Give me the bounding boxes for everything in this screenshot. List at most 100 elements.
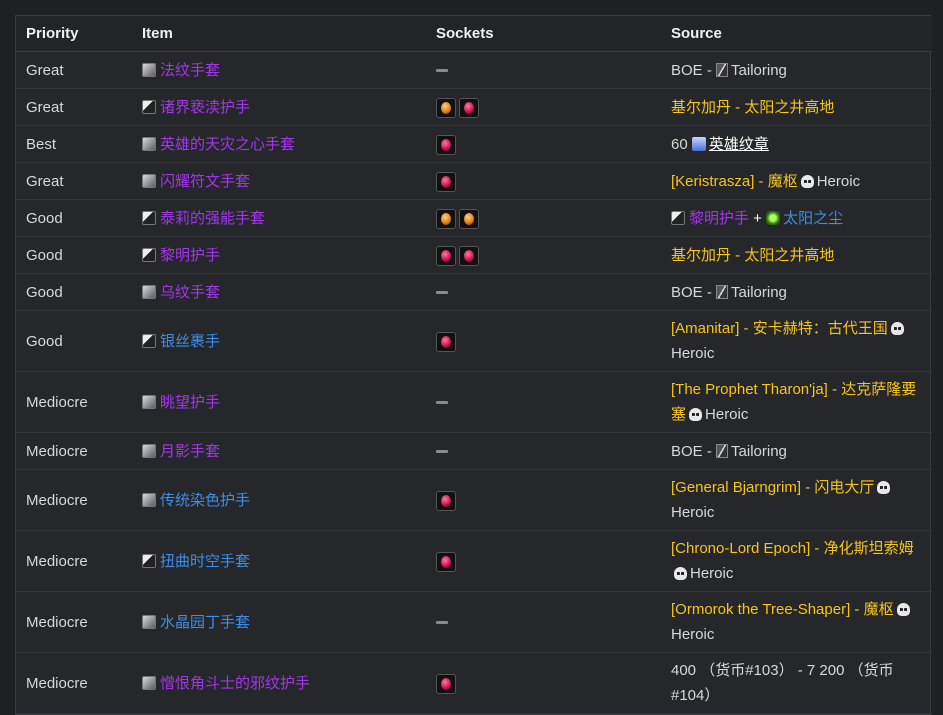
table-row: Mediocre 传统染色护手 [General Bjarngrim] - 闪电大厅… bbox=[16, 469, 932, 531]
item-link[interactable]: 月影手套 bbox=[160, 443, 220, 460]
rune-gloves-icon bbox=[142, 675, 156, 690]
zone-link[interactable]: 净化斯坦索姆 bbox=[824, 540, 914, 557]
plus-sign: + bbox=[749, 209, 767, 227]
item-cell: 乌纹手套 bbox=[132, 273, 426, 311]
table-row: Good 泰莉的强能手套 黎明护手 + 太阳之尘 bbox=[16, 199, 932, 237]
boss-link[interactable]: [The Prophet Tharon'ja] bbox=[671, 381, 828, 398]
table-header-row: Priority Item Sockets Source bbox=[16, 16, 932, 52]
item-cell: 诸界亵渎护手 bbox=[132, 88, 426, 126]
orange-socket-icon[interactable] bbox=[459, 208, 479, 229]
item-cell: 泰莉的强能手套 bbox=[132, 199, 426, 237]
no-sockets-dash-icon bbox=[436, 69, 448, 73]
component-item-link[interactable]: 黎明护手 bbox=[689, 210, 749, 227]
header-item[interactable]: Item bbox=[132, 16, 426, 52]
item-link[interactable]: 水晶园丁手套 bbox=[160, 614, 250, 631]
priority-cell: Good bbox=[16, 273, 132, 311]
profession-link[interactable]: Tailoring bbox=[731, 62, 787, 79]
item-link[interactable]: 泰莉的强能手套 bbox=[160, 210, 265, 227]
source-cell: 基尔加丹 - 太阳之井高地 bbox=[661, 236, 932, 274]
table-body: Great 法纹手套 BOE - Tailoring Great 诸界亵渎护手基尔加丹 … bbox=[16, 51, 932, 714]
boss-link[interactable]: [Chrono-Lord Epoch] bbox=[671, 540, 810, 557]
source-separator: - bbox=[731, 98, 745, 116]
boss-link[interactable]: [Ormorok the Tree-Shaper] bbox=[671, 601, 850, 618]
priority-cell: Great bbox=[16, 162, 132, 200]
boe-label: BOE - bbox=[671, 442, 717, 460]
plate-gloves-icon bbox=[142, 614, 156, 629]
sockets-cell bbox=[426, 469, 661, 531]
no-sockets-dash-icon bbox=[436, 291, 448, 295]
sockets-cell bbox=[426, 591, 661, 653]
gear-priority-table: Priority Item Sockets Source Great 法纹手套 BO… bbox=[16, 16, 932, 714]
table-row: Good 黎明护手 基尔加丹 - 太阳之井高地 bbox=[16, 236, 932, 274]
cloth-gloves-icon bbox=[142, 443, 156, 458]
item-link[interactable]: 憎恨角斗士的邪纹护手 bbox=[160, 675, 310, 692]
table-row: Great 诸界亵渎护手 基尔加丹 - 太阳之井高地 bbox=[16, 88, 932, 126]
table-row: Good 银丝裹手 [Amanitar] - 安卡赫特：古代王国 Heroic bbox=[16, 310, 932, 372]
sockets-cell bbox=[426, 273, 661, 311]
skull-icon bbox=[674, 567, 687, 580]
priority-label: Great bbox=[26, 98, 64, 116]
sockets-cell bbox=[426, 310, 661, 372]
orange-socket-icon[interactable] bbox=[436, 97, 456, 118]
source-cell: 60 英雄纹章 bbox=[661, 125, 932, 163]
currency-link[interactable]: 英雄纹章 bbox=[709, 136, 769, 153]
item-link[interactable]: 闪耀符文手套 bbox=[160, 173, 250, 190]
red-socket-icon[interactable] bbox=[459, 97, 479, 118]
priority-label: Great bbox=[26, 172, 64, 190]
red-socket-icon[interactable] bbox=[436, 490, 456, 511]
red-socket-icon[interactable] bbox=[436, 331, 456, 352]
component-item-link[interactable]: 太阳之尘 bbox=[783, 210, 843, 227]
item-cell: 憎恨角斗士的邪纹护手 bbox=[132, 652, 426, 714]
zone-link[interactable]: 太阳之井高地 bbox=[744, 247, 834, 264]
source-separator: - bbox=[850, 601, 864, 618]
priority-cell: Mediocre bbox=[16, 432, 132, 470]
priority-label: Good bbox=[26, 246, 63, 264]
boss-link[interactable]: [General Bjarngrim] bbox=[671, 479, 801, 496]
priority-label: Mediocre bbox=[26, 674, 88, 692]
red-socket-icon[interactable] bbox=[436, 134, 456, 155]
item-link[interactable]: 法纹手套 bbox=[160, 62, 220, 79]
item-link[interactable]: 英雄的天灾之心手套 bbox=[160, 136, 295, 153]
header-source[interactable]: Source bbox=[661, 16, 932, 52]
boss-link[interactable]: [Amanitar] bbox=[671, 320, 739, 337]
source-separator: - bbox=[827, 381, 842, 398]
zone-link[interactable]: 安卡赫特：古代王国 bbox=[753, 320, 888, 337]
item-link[interactable]: 扭曲时空手套 bbox=[160, 553, 250, 570]
hand-icon bbox=[142, 553, 156, 568]
orange-socket-icon[interactable] bbox=[436, 208, 456, 229]
item-link[interactable]: 乌纹手套 bbox=[160, 284, 220, 301]
item-link[interactable]: 传统染色护手 bbox=[160, 492, 250, 509]
boss-link[interactable]: [Keristrasza] bbox=[671, 173, 754, 190]
red-socket-icon[interactable] bbox=[436, 171, 456, 192]
priority-label: Mediocre bbox=[26, 552, 88, 570]
item-link[interactable]: 银丝裹手 bbox=[160, 333, 220, 350]
red-socket-icon[interactable] bbox=[436, 551, 456, 572]
profession-link[interactable]: Tailoring bbox=[731, 443, 787, 460]
header-priority[interactable]: Priority bbox=[16, 16, 132, 52]
sockets-cell bbox=[426, 51, 661, 89]
item-link[interactable]: 诸界亵渎护手 bbox=[160, 99, 250, 116]
no-sockets-dash-icon bbox=[436, 621, 448, 625]
zone-link[interactable]: 魔枢 bbox=[864, 601, 894, 618]
priority-cell: Great bbox=[16, 51, 132, 89]
cost-text: 400 （货币#103） - 7 200 （货币#104） bbox=[671, 662, 894, 704]
red-socket-icon[interactable] bbox=[436, 245, 456, 266]
priority-cell: Mediocre bbox=[16, 652, 132, 714]
source-separator: - bbox=[739, 320, 753, 337]
cost-amount: 60 bbox=[671, 135, 692, 153]
zone-link[interactable]: 魔枢 bbox=[768, 173, 798, 190]
heroic-label: Heroic bbox=[705, 406, 749, 423]
zone-link[interactable]: 太阳之井高地 bbox=[744, 99, 834, 116]
item-link[interactable]: 黎明护手 bbox=[160, 247, 220, 264]
source-cell: 黎明护手 + 太阳之尘 bbox=[661, 199, 932, 237]
boss-link[interactable]: 基尔加丹 bbox=[671, 247, 731, 264]
zone-link[interactable]: 闪电大厅 bbox=[814, 479, 874, 496]
no-sockets-dash-icon bbox=[436, 450, 448, 454]
sockets-cell bbox=[426, 432, 661, 470]
red-socket-icon[interactable] bbox=[459, 245, 479, 266]
source-cell: [Ormorok the Tree-Shaper] - 魔枢 Heroic bbox=[661, 591, 932, 653]
profession-link[interactable]: Tailoring bbox=[731, 284, 787, 301]
item-link[interactable]: 眺望护手 bbox=[160, 394, 220, 411]
header-sockets[interactable]: Sockets bbox=[426, 16, 661, 52]
boss-link[interactable]: 基尔加丹 bbox=[671, 99, 731, 116]
